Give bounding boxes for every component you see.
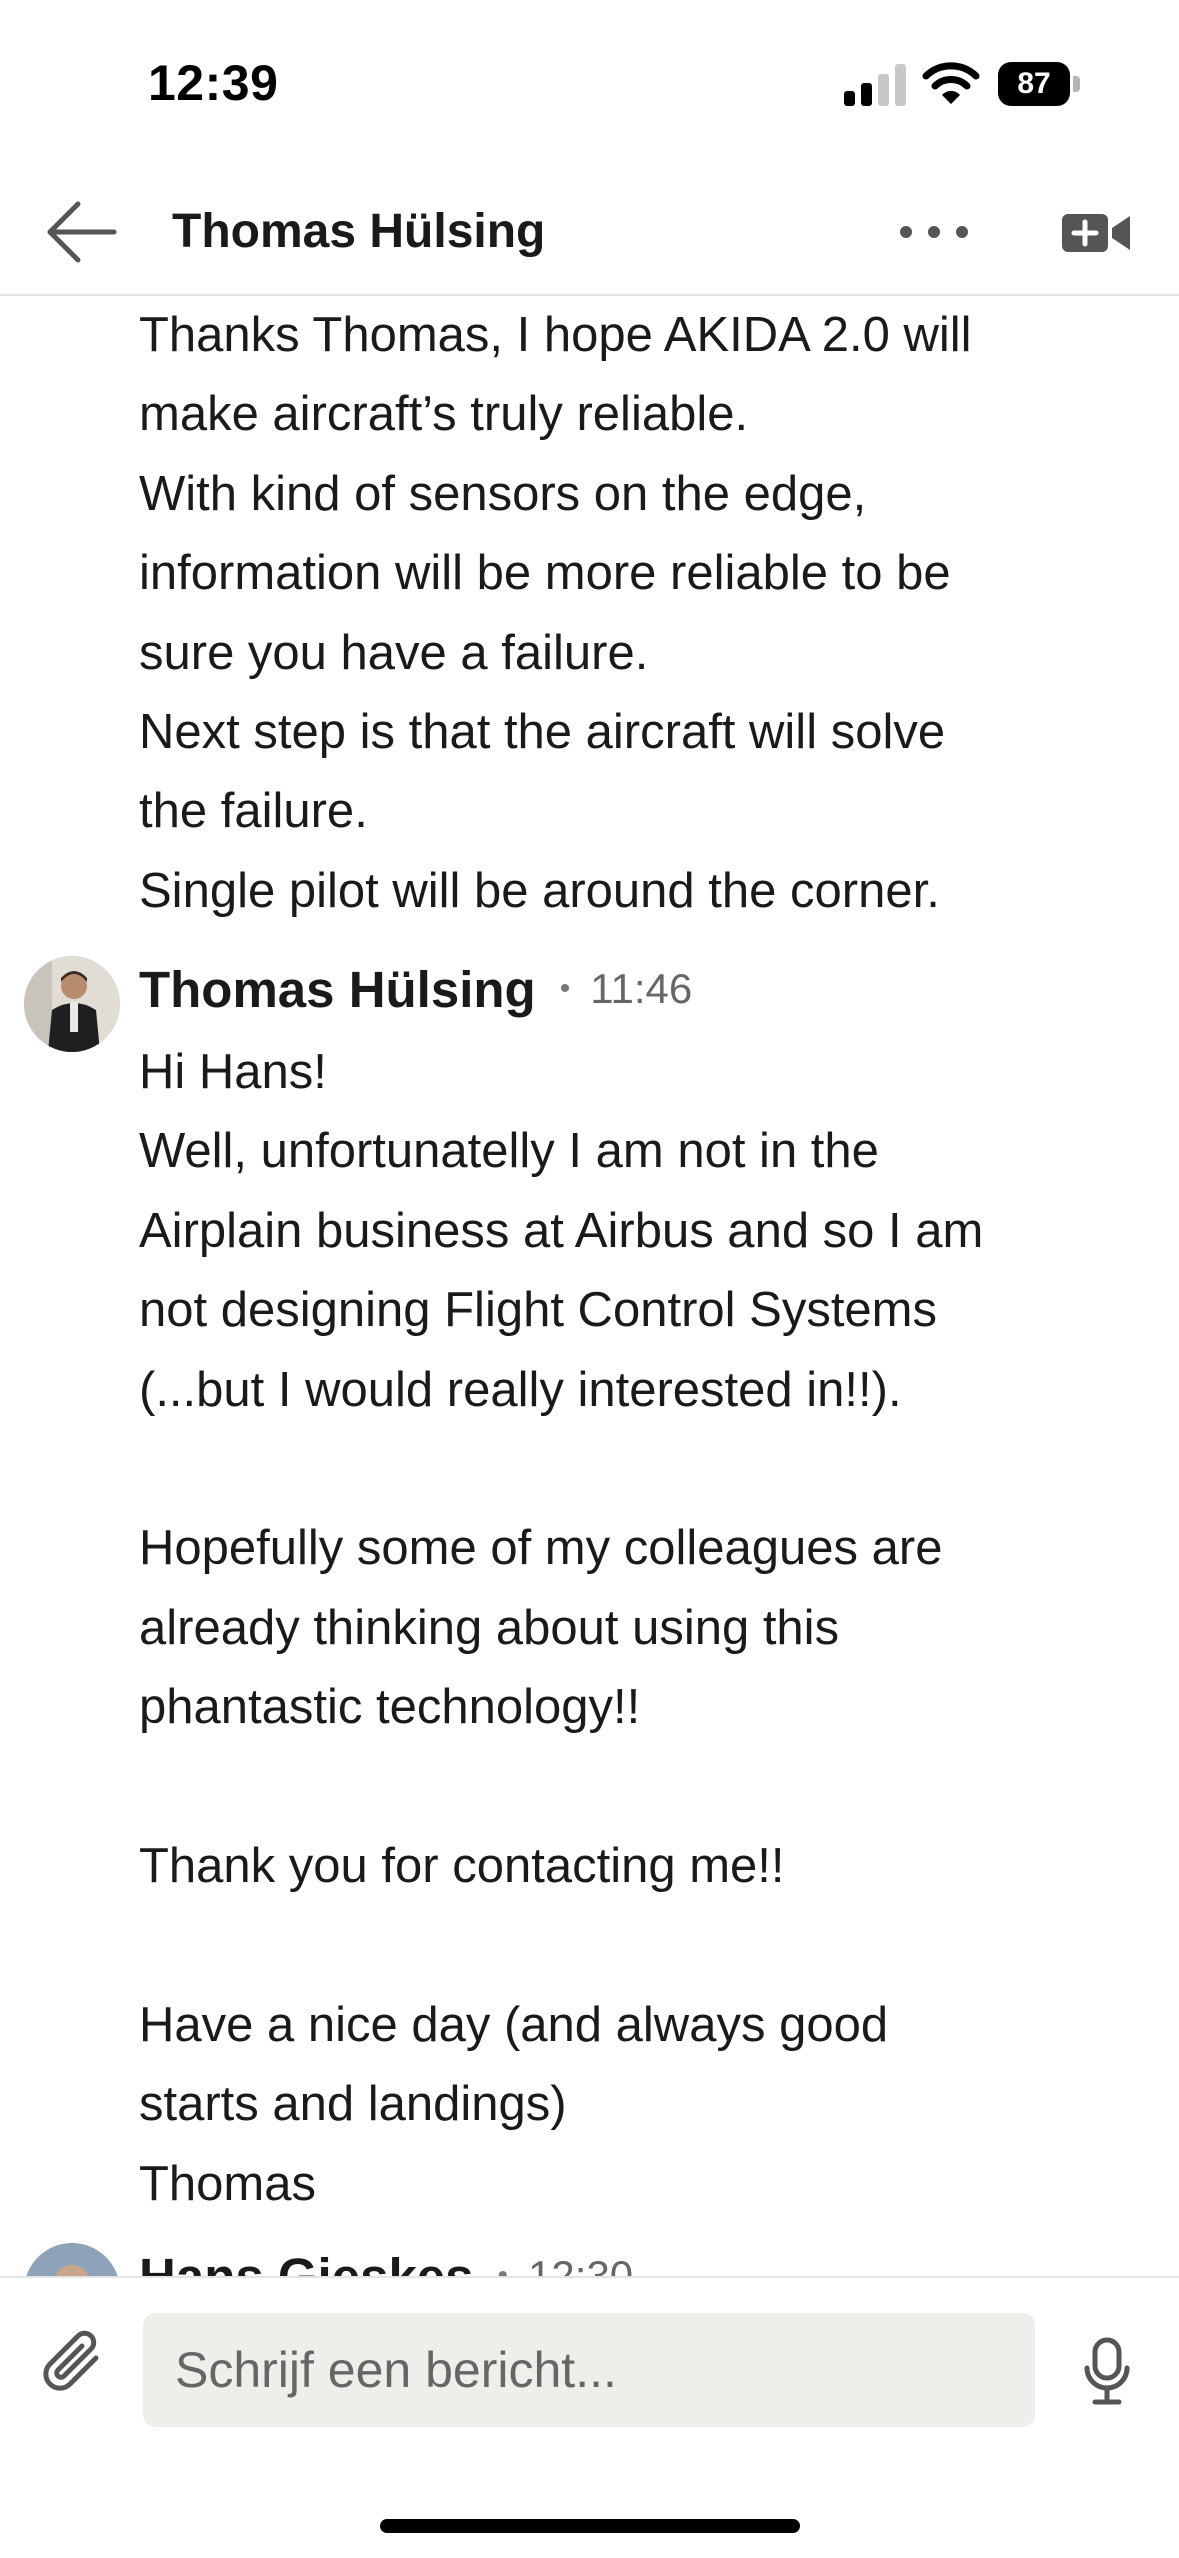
status-bar: 12:39 87 bbox=[0, 0, 1179, 170]
home-indicator bbox=[380, 2519, 800, 2533]
more-options-icon[interactable] bbox=[896, 198, 972, 266]
cellular-signal-icon bbox=[844, 64, 906, 106]
separator-dot: • bbox=[559, 972, 571, 1005]
wifi-icon bbox=[922, 62, 980, 104]
microphone-icon[interactable] bbox=[1082, 2336, 1132, 2408]
separator-dot: • bbox=[497, 2259, 509, 2276]
battery-level: 87 bbox=[1017, 67, 1051, 100]
back-arrow-icon[interactable] bbox=[44, 198, 120, 266]
message-list[interactable]: Thanks Thomas, I hope AKIDA 2.0 will mak… bbox=[0, 296, 1179, 2276]
message-time: 12:30 bbox=[528, 2252, 634, 2276]
avatar-photo bbox=[24, 2243, 120, 2276]
video-call-icon[interactable] bbox=[1060, 198, 1132, 266]
message-body: Thanks Thomas, I hope AKIDA 2.0 will mak… bbox=[139, 308, 972, 918]
message-composer bbox=[0, 2276, 1179, 2558]
avatar-photo bbox=[24, 956, 120, 1052]
conversation-title[interactable]: Thomas Hülsing bbox=[172, 198, 545, 266]
message-input[interactable] bbox=[143, 2313, 1035, 2427]
sender-name[interactable]: Hans Gieskes bbox=[139, 2247, 474, 2277]
message-header: Hans Gieskes • 12:30 bbox=[139, 2240, 634, 2277]
status-time: 12:39 bbox=[148, 55, 279, 111]
message-header: Thomas Hülsing • 11:46 bbox=[139, 953, 692, 1025]
avatar[interactable] bbox=[24, 956, 120, 1052]
battery-icon: 87 bbox=[998, 62, 1080, 106]
conversation-header: Thomas Hülsing bbox=[0, 170, 1179, 296]
paperclip-icon[interactable] bbox=[36, 2328, 108, 2400]
avatar[interactable] bbox=[24, 2243, 120, 2276]
message-body: Hi Hans! Well, unfortunatelly I am not i… bbox=[139, 1045, 984, 2211]
sender-name[interactable]: Thomas Hülsing bbox=[139, 960, 536, 1019]
message-time: 11:46 bbox=[590, 965, 693, 1012]
